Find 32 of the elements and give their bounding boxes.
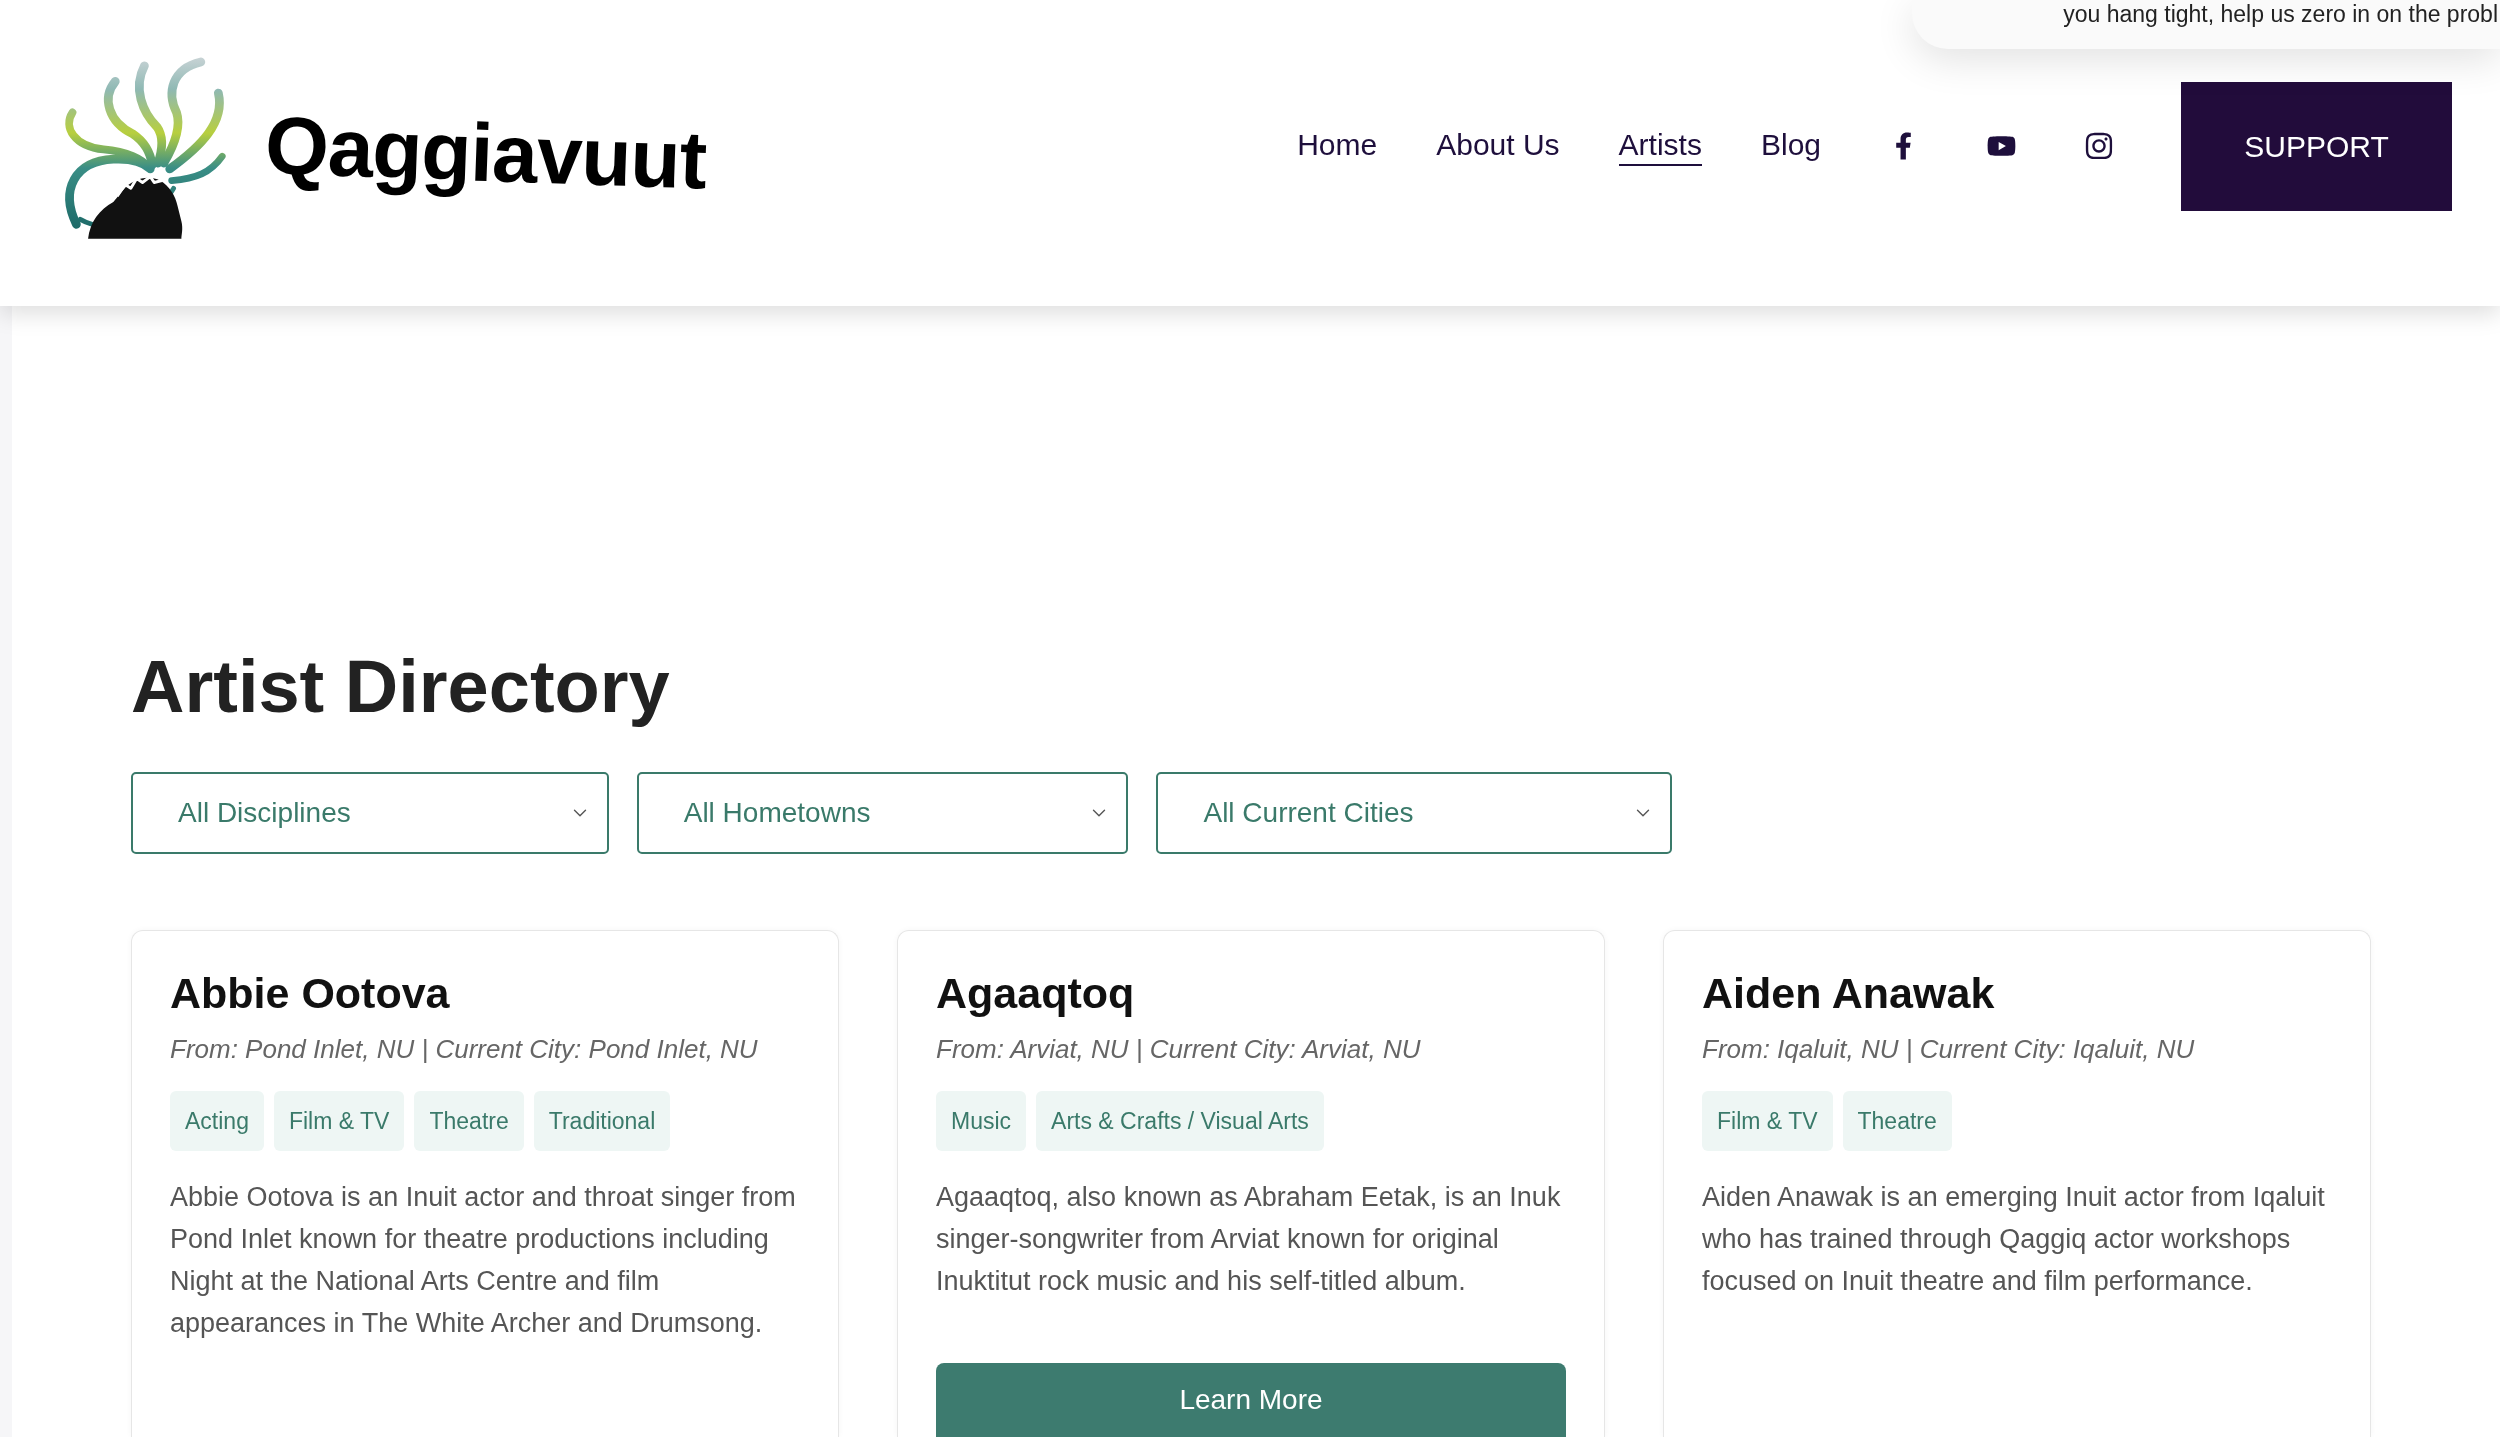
discipline-tag: Music [936,1091,1027,1152]
artist-name: Aiden Anawak [1702,967,1995,1019]
nav-link[interactable]: Artists [1618,126,1702,166]
discipline-tag: Theatre [414,1091,524,1152]
discipline-tag: Arts & Crafts / Visual Arts [1036,1091,1324,1152]
discipline-tag: Film & TV [273,1091,405,1152]
nav-link[interactable]: About Us [1436,126,1560,166]
nav-link[interactable]: Blog [1760,126,1821,166]
artist-name: Agaaqtoq [936,967,1135,1019]
artist-location: From: Pond Inlet, NU | Current City: Pond Inlet, NU [170,1033,758,1067]
youtube-icon[interactable] [1985,133,2017,159]
learn-more-button[interactable]: Learn More [936,1363,1566,1437]
artist-bio: Abbie Ootova is an Inuit actor and throat singer from Pond Inlet known for theatre productions including Night at the National Arts Centre and film appearances in The White Archer and Drumsong. [170,1181,797,1341]
discipline-tag: Theatre [1842,1091,1952,1152]
nav-link[interactable]: Home [1297,126,1378,166]
discipline-tag: Traditional [533,1091,671,1152]
filter-dropdown[interactable]: All Disciplines [131,771,609,854]
artist-bio: Aiden Anawak is an emerging Inuit actor from Iqaluit who has trained through Qaggiq actor workshops focused on Inuit theatre and film performance. [1702,1181,2326,1299]
instagram-icon[interactable] [2084,131,2114,161]
discipline-tag: Film & TV [1702,1091,1833,1152]
filter-dropdown[interactable]: All Current Cities [1156,771,1672,854]
artist-location: From: Iqaluit, NU | Current City: Iqaluit, NU [1702,1033,2195,1067]
facebook-icon[interactable] [1894,131,1912,161]
filter-dropdown[interactable]: All Hometowns [636,771,1129,854]
artist-location: From: Arviat, NU | Current City: Arviat, NU [936,1033,1421,1067]
page-title: Artist Directory [131,644,670,730]
notification-text: you hang tight, help us zero in on the probl [2063,0,2498,29]
artist-name: Abbie Ootova [170,967,450,1019]
support-button[interactable]: SUPPORT [2181,81,2452,211]
artist-bio: Agaaqtoq, also known as Abraham Eetak, is an Inuk singer-songwriter from Arviat known for original Inuktitut rock music and his self-titled album. [936,1181,1562,1299]
site-name[interactable]: Qaggiavuut [263,104,708,202]
discipline-tag: Acting [170,1091,264,1152]
